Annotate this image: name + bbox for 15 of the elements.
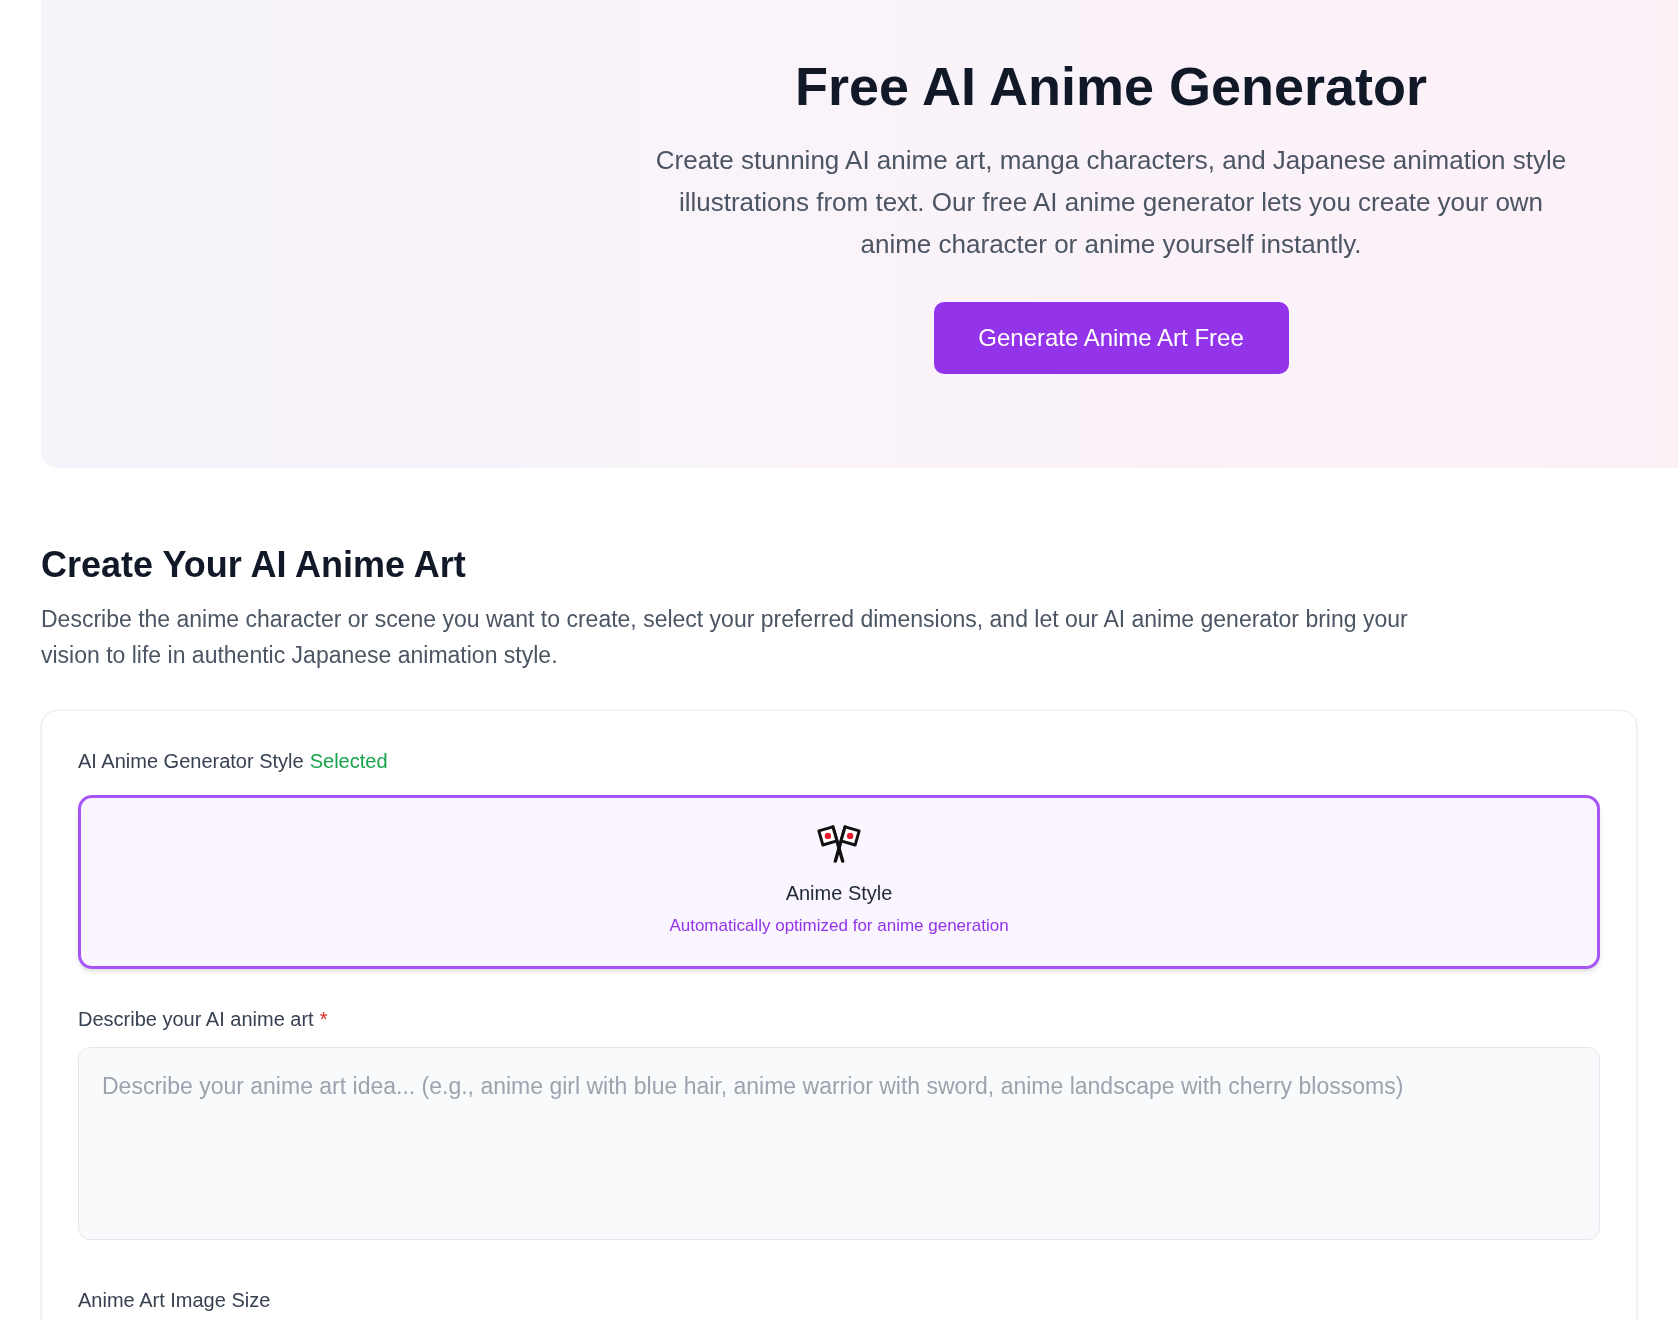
section-description: Describe the anime character or scene you want to create, select your preferred dimensions, and let our AI anime generator bring your vision to life in authentic Japanese animation style. bbox=[41, 605, 1409, 670]
style-status: Selected bbox=[309, 749, 388, 774]
required-mark: * bbox=[319, 1007, 328, 1032]
style-label: AI Anime Generator Style bbox=[78, 749, 304, 774]
hero-description: Create stunning AI anime art, manga characters, and Japanese animation style illustrations from text. Our free AI anime generator lets you create your own anime character or anime yourself instantly. bbox=[654, 144, 1568, 261]
style-option[interactable]: Anime Style Automatically optimized for anime generation bbox=[78, 795, 1600, 969]
style-option-description: Automatically optimized for anime generation bbox=[669, 915, 1009, 937]
prompt-label: Describe your AI anime art bbox=[78, 1007, 314, 1032]
crossed-flags-icon bbox=[817, 825, 861, 863]
section-heading: Create Your AI Anime Art bbox=[41, 543, 467, 587]
style-option-title: Anime Style bbox=[785, 881, 893, 906]
size-label: Anime Art Image Size bbox=[78, 1288, 272, 1313]
generate-button[interactable]: Generate Anime Art Free bbox=[933, 302, 1289, 374]
prompt-textarea[interactable]: Describe your anime art idea... (e.g., anime girl with blue hair, anime warrior with sword, anime landscape with cherry blossoms) bbox=[78, 1047, 1600, 1240]
hero-title: Free AI Anime Generator bbox=[794, 55, 1428, 118]
